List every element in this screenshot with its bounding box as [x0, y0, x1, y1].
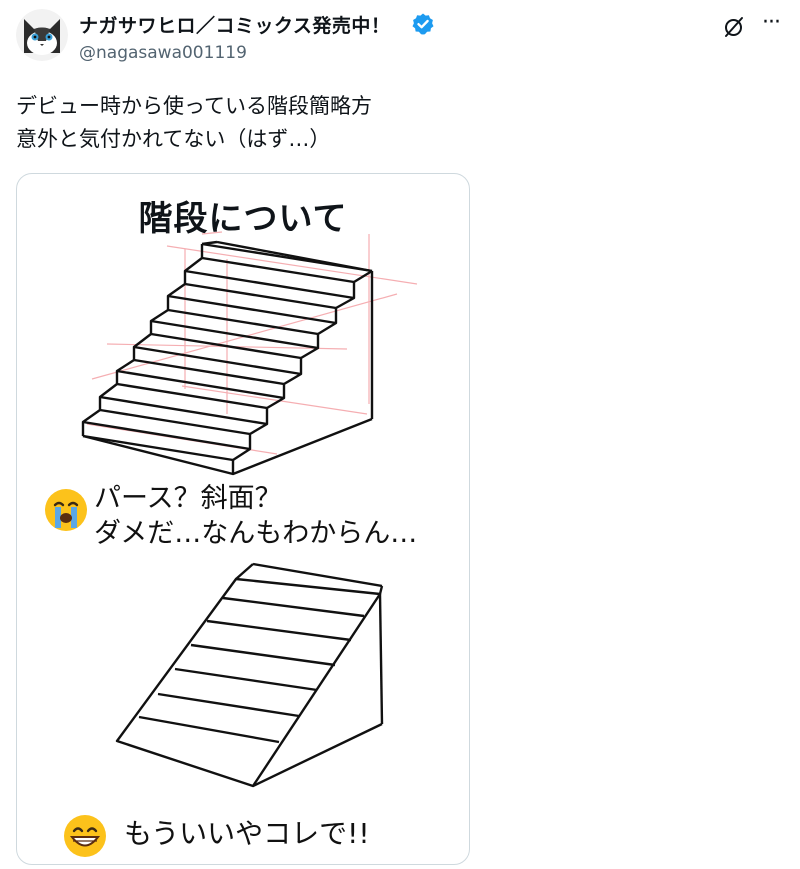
- author-display-name[interactable]: ナガサワヒロ／コミックス発売中！: [79, 11, 390, 38]
- grinning-face-icon: [64, 815, 106, 857]
- cat-avatar-illustration: [16, 9, 68, 61]
- verified-badge-icon[interactable]: [411, 12, 435, 36]
- grok-icon[interactable]: [722, 15, 746, 39]
- caption-confused-line-1: パース？斜面？: [94, 483, 282, 514]
- more-options-icon[interactable]: ···: [756, 8, 786, 38]
- slope-staircase: [115, 562, 384, 788]
- tweet-media-image[interactable]: 階段について パース？斜面？ ダメだ…なんもわからん… もういいやコレで!!: [16, 173, 470, 865]
- crying-face-icon: [45, 489, 87, 531]
- caption-satisfied: もういいやコレで!!: [124, 817, 370, 850]
- caption-confused-line-2: ダメだ…なんもわからん…: [94, 518, 418, 549]
- tweet-text: デビュー時から使っている階段簡略方 意外と気付かれてない（はず…）: [16, 94, 372, 151]
- avatar[interactable]: [16, 9, 68, 61]
- author-handle[interactable]: @nagasawa001119: [79, 43, 247, 63]
